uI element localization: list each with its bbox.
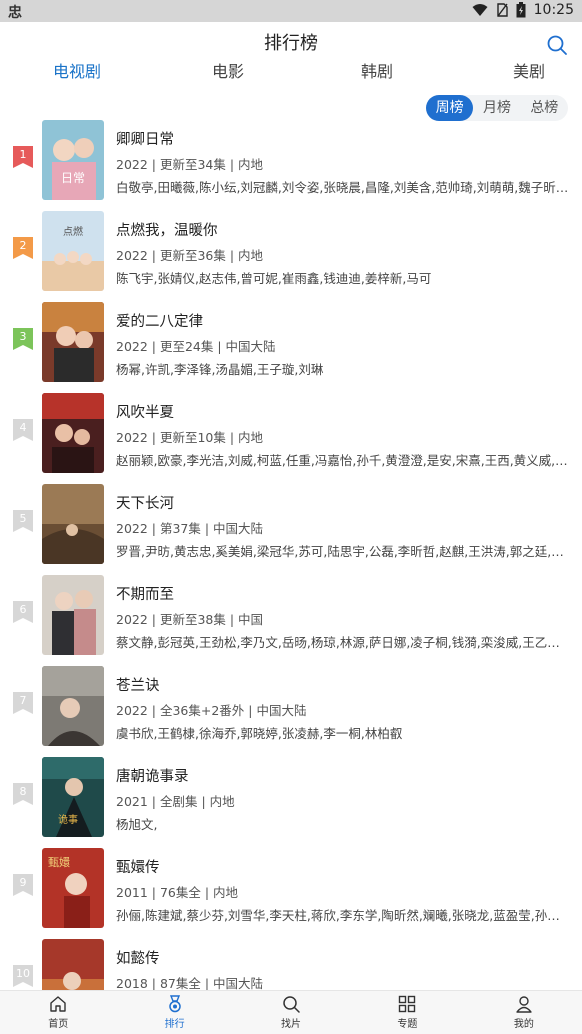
drama-cast: 虞书欣,王鹤棣,徐海乔,郭晓婷,张凌赫,李一桐,林柏叡 [116,726,403,741]
nav-mine[interactable]: 我的 [466,991,582,1034]
drama-title[interactable]: 爱的二八定律 [116,310,203,331]
rank-badge: 10 [13,965,33,987]
poster-image[interactable] [42,484,104,564]
sim-icon [496,3,508,17]
grid-icon [399,995,416,1013]
search-icon [283,996,300,1013]
drama-title[interactable]: 点燃我，温暖你 [116,219,218,240]
tab-movies[interactable]: 电影 [212,58,244,86]
poster-image[interactable]: 甄嬛 [42,848,104,928]
tab-tv-series[interactable]: 电视剧 [53,58,101,86]
category-tabs: 电视剧 电影 韩剧 美剧 [0,58,582,86]
drama-meta: 2022 | 第37集 | 中国大陆 [116,521,264,536]
list-item[interactable]: 1 日常 卿卿日常 2022 | 更新至34集 | 内地 白敬亭,田曦薇,陈小纭… [0,114,582,205]
drama-meta: 2022 | 更新至10集 | 内地 [116,430,264,445]
drama-cast: 罗晋,尹昉,黄志忠,奚美娟,梁冠华,苏可,陆思宇,公磊,李昕哲,赵麒,王洪涛,郭… [116,544,572,559]
home-icon [50,996,66,1012]
list-item[interactable]: 4 风吹半夏 2022 | 更新至10集 | 内地 赵丽颖,欧豪,李光洁,刘威,… [0,387,582,478]
poster-image[interactable] [42,302,104,382]
rank-badge: 9 [13,874,33,896]
drama-title[interactable]: 天下长河 [116,492,174,513]
list-item[interactable]: 2 点燃 点燃我，温暖你 2022 | 更新至36集 | 内地 陈飞宇,张婧仪,… [0,205,582,296]
drama-meta: 2022 | 更新至34集 | 内地 [116,157,264,172]
svg-text:点燃: 点燃 [63,225,83,238]
nav-topics[interactable]: 专题 [349,991,465,1034]
drama-title[interactable]: 唐朝诡事录 [116,765,189,786]
user-icon [516,996,532,1013]
list-item[interactable]: 9 甄嬛 甄嬛传 2011 | 76集全 | 内地 孙俪,陈建斌,蔡少芬,刘雪华… [0,842,582,933]
rank-badge: 7 [13,692,33,714]
drama-meta: 2021 | 全剧集 | 内地 [116,794,235,809]
drama-cast: 陈飞宇,张婧仪,赵志伟,曾可妮,崔雨鑫,钱迪迪,姜梓新,马可 [116,271,432,286]
battery-icon [516,2,526,18]
list-item[interactable]: 8 诡事 唐朝诡事录 2021 | 全剧集 | 内地 杨旭文, [0,751,582,842]
nav-label: 排行 [164,1019,185,1030]
drama-cast: 赵丽颖,欧豪,李光洁,刘威,柯蓝,任重,冯嘉怡,孙千,黄澄澄,是安,宋熹,王西,… [116,453,572,468]
svg-text:日常: 日常 [61,171,85,185]
drama-title[interactable]: 卿卿日常 [116,128,174,149]
list-item[interactable]: 5 天下长河 2022 | 第37集 | 中国大陆 罗晋,尹昉,黄志忠,奚美娟,… [0,478,582,569]
rank-badge: 1 [13,146,33,168]
nav-label: 首页 [48,1019,69,1030]
drama-cast: 杨旭文, [116,817,158,832]
drama-meta: 2022 | 更新至38集 | 中国 [116,612,264,627]
poster-image[interactable] [42,666,104,746]
rank-badge: 5 [13,510,33,532]
rank-badge: 4 [13,419,33,441]
nav-home[interactable]: 首页 [0,991,116,1034]
poster-image[interactable]: 点燃 [42,211,104,291]
drama-cast: 孙俪,陈建斌,蔡少芬,刘雪华,李天柱,蒋欣,李东学,陶昕然,斓曦,张晓龙,蓝盈莹… [116,908,572,923]
rank-badge: 6 [13,601,33,623]
tab-us-drama[interactable]: 美剧 [513,58,545,86]
drama-cast: 白敬亭,田曦薇,陈小纭,刘冠麟,刘令姿,张晓晨,昌隆,刘美含,范帅琦,刘萌萌,魏… [116,180,572,195]
list-item[interactable]: 7 苍兰诀 2022 | 全36集+2番外 | 中国大陆 虞书欣,王鹤棣,徐海乔… [0,660,582,751]
nav-label: 专题 [397,1019,418,1030]
poster-image[interactable]: 日常 [42,120,104,200]
svg-text:甄嬛: 甄嬛 [48,855,70,869]
nav-find[interactable]: 找片 [233,991,349,1034]
search-icon[interactable] [546,34,568,56]
rank-badge: 2 [13,237,33,259]
nav-ranking[interactable]: 排行 [116,991,232,1034]
bottom-nav: 首页 排行 找片 专题 我的 [0,990,582,1034]
nav-label: 我的 [513,1019,534,1030]
poster-image[interactable] [42,393,104,473]
list-item[interactable]: 3 爱的二八定律 2022 | 更至24集 | 中国大陆 杨幂,许凯,李泽锋,汤… [0,296,582,387]
drama-title[interactable]: 风吹半夏 [116,401,174,422]
svg-text:诡事: 诡事 [58,813,78,826]
drama-meta: 2011 | 76集全 | 内地 [116,885,239,900]
drama-title[interactable]: 甄嬛传 [116,856,160,877]
rank-badge: 3 [13,328,33,350]
drama-meta: 2022 | 全36集+2番外 | 中国大陆 [116,703,307,718]
rank-badge: 8 [13,783,33,805]
poster-image[interactable] [42,575,104,655]
tab-korean-drama[interactable]: 韩剧 [361,58,393,86]
drama-title[interactable]: 如懿传 [116,947,160,968]
wifi-icon [472,4,488,16]
drama-meta: 2022 | 更新至36集 | 内地 [116,248,264,263]
drama-title[interactable]: 不期而至 [116,583,174,604]
drama-title[interactable]: 苍兰诀 [116,674,160,695]
drama-cast: 杨幂,许凯,李泽锋,汤晶媚,王子璇,刘琳 [116,362,324,377]
poster-image[interactable]: 诡事 [42,757,104,837]
nav-label: 找片 [281,1019,302,1030]
medal-icon [168,995,181,1013]
status-bar: 忠 10:25 [0,0,582,22]
clock: 10:25 [533,2,574,18]
drama-cast: 蔡文静,彭冠英,王劲松,李乃文,岳旸,杨琼,林源,萨日娜,凌子桐,钱漪,栾浚威,… [116,635,572,650]
list-item[interactable]: 6 不期而至 2022 | 更新至38集 | 中国 蔡文静,彭冠英,王劲松,李乃… [0,569,582,660]
app-notification-icon: 忠 [8,5,22,21]
drama-meta: 2022 | 更至24集 | 中国大陆 [116,339,276,354]
